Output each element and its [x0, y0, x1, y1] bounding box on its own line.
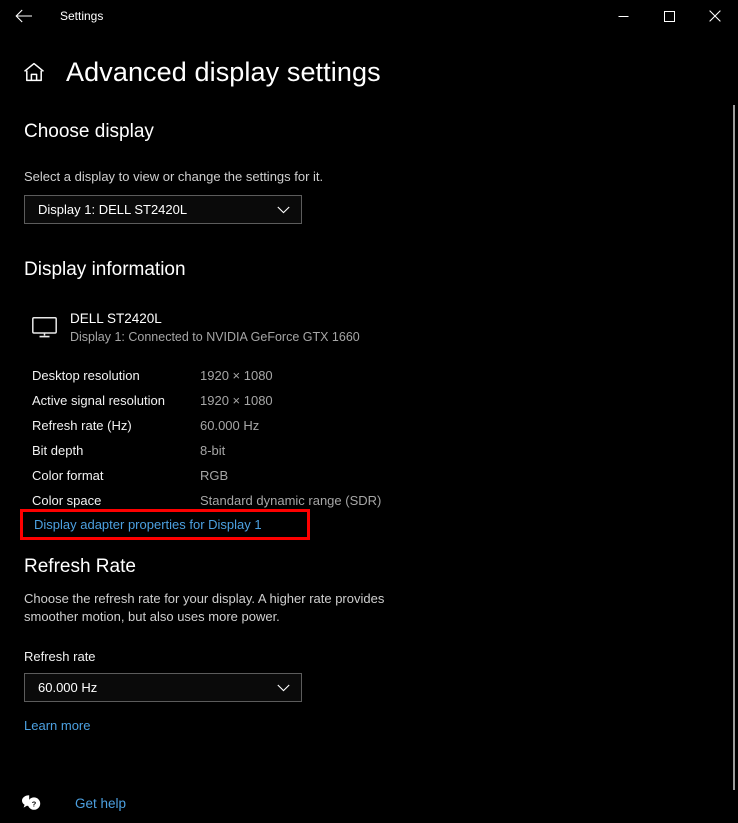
app-title: Settings	[60, 9, 104, 23]
info-value: 8-bit	[200, 443, 226, 458]
chevron-down-icon	[277, 206, 290, 214]
info-label: Bit depth	[32, 443, 84, 458]
display-information-heading: Display information	[24, 259, 186, 280]
info-label: Color space	[32, 493, 102, 508]
close-button[interactable]	[692, 0, 738, 32]
maximize-icon	[663, 10, 675, 22]
display-select-value: Display 1: DELL ST2420L	[38, 202, 188, 217]
table-row: Color format RGB	[0, 468, 420, 493]
info-value: 1920 × 1080	[200, 393, 273, 408]
get-help-row[interactable]: ? Get help	[20, 792, 126, 814]
refresh-rate-dropdown[interactable]: 60.000 Hz	[24, 673, 302, 702]
learn-more-link[interactable]: Learn more	[24, 718, 90, 733]
info-value: 1920 × 1080	[200, 368, 273, 383]
info-value: RGB	[200, 468, 229, 483]
table-row: Desktop resolution 1920 × 1080	[0, 368, 420, 393]
refresh-rate-value: 60.000 Hz	[38, 680, 98, 695]
svg-text:?: ?	[31, 800, 36, 809]
display-adapter-properties-link[interactable]: Display adapter properties for Display 1	[34, 517, 262, 532]
page-title: Advanced display settings	[66, 56, 381, 87]
table-row: Bit depth 8-bit	[0, 443, 420, 468]
close-icon	[709, 10, 721, 22]
maximize-button[interactable]	[646, 0, 692, 32]
refresh-rate-field-label: Refresh rate	[24, 649, 96, 664]
choose-display-description: Select a display to view or change the s…	[24, 169, 324, 184]
back-button[interactable]	[8, 2, 40, 30]
info-label: Desktop resolution	[32, 368, 140, 383]
monitor-icon	[32, 317, 57, 343]
home-button[interactable]	[20, 58, 48, 86]
monitor-name: DELL ST2420L	[70, 311, 162, 326]
title-bar: Settings	[0, 0, 738, 32]
info-label: Color format	[32, 468, 104, 483]
adapter-properties-highlight: Display adapter properties for Display 1	[20, 509, 310, 540]
info-value: Standard dynamic range (SDR)	[200, 493, 382, 508]
minimize-icon	[618, 15, 628, 17]
refresh-rate-description: Choose the refresh rate for your display…	[24, 591, 385, 624]
page-header: Advanced display settings	[0, 48, 381, 96]
info-label: Active signal resolution	[32, 393, 165, 408]
info-value: 60.000 Hz	[200, 418, 260, 433]
table-row: Refresh rate (Hz) 60.000 Hz	[0, 418, 420, 443]
chevron-down-icon	[277, 684, 290, 692]
display-info-table: Desktop resolution 1920 × 1080 Active sign…	[0, 368, 420, 518]
vertical-scrollbar[interactable]	[724, 32, 738, 823]
scrollbar-thumb[interactable]	[733, 105, 735, 790]
window-controls	[600, 0, 738, 32]
info-label: Refresh rate (Hz)	[32, 418, 132, 433]
table-row: Active signal resolution 1920 × 1080	[0, 393, 420, 418]
question-bubble-icon: ?	[20, 792, 42, 814]
monitor-connection: Display 1: Connected to NVIDIA GeForce G…	[70, 330, 360, 344]
display-select-dropdown[interactable]: Display 1: DELL ST2420L	[24, 195, 302, 224]
back-arrow-icon	[15, 9, 32, 23]
get-help-link[interactable]: Get help	[75, 796, 126, 811]
minimize-button[interactable]	[600, 0, 646, 32]
refresh-rate-heading: Refresh Rate	[24, 556, 136, 577]
home-icon	[24, 62, 44, 82]
choose-display-heading: Choose display	[24, 121, 154, 142]
